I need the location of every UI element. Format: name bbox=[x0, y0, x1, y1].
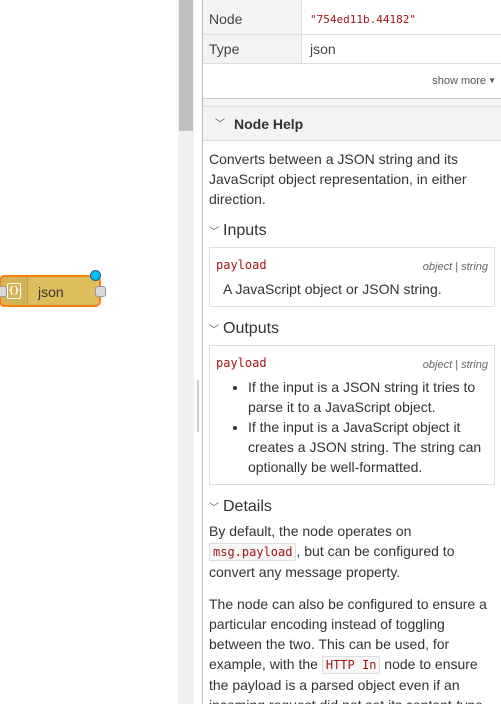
node-id-value[interactable]: "754ed11b.44182" bbox=[310, 0, 416, 34]
details-section-header[interactable]: ﹀ Details bbox=[209, 497, 495, 517]
inputs-section-header[interactable]: ﹀ Inputs bbox=[209, 221, 495, 241]
show-more-label[interactable]: show more bbox=[432, 75, 486, 87]
chevron-down-icon[interactable]: ﹀ bbox=[209, 223, 219, 243]
http-in-code: HTTP In bbox=[321, 656, 381, 674]
info-key: Node bbox=[203, 0, 302, 34]
info-sidebar: Node "754ed11b.44182" Type json show mor… bbox=[203, 0, 501, 704]
output-port[interactable] bbox=[95, 286, 106, 297]
info-key: Type bbox=[203, 35, 302, 63]
braces-icon: {} bbox=[7, 283, 21, 299]
details-title: Details bbox=[223, 498, 272, 515]
output-property-box: payload object | string If the input is … bbox=[209, 345, 495, 485]
sidebar-splitter[interactable] bbox=[194, 0, 203, 704]
input-port[interactable] bbox=[0, 286, 7, 297]
node-label: json bbox=[38, 284, 64, 300]
details-paragraph-1: By default, the node operates on msg.pay… bbox=[209, 521, 495, 582]
info-row-node: Node "754ed11b.44182" bbox=[203, 0, 501, 35]
text: By default, the node operates on bbox=[209, 523, 412, 539]
chevron-down-icon[interactable]: ﹀ bbox=[209, 321, 219, 341]
input-property-box: payload object | string A JavaScript obj… bbox=[209, 247, 495, 307]
details-paragraph-2: The node can also be configured to ensur… bbox=[209, 594, 495, 704]
node-help-title: Node Help bbox=[234, 116, 304, 132]
splitter-grip[interactable] bbox=[197, 380, 199, 432]
input-property-type: object | string bbox=[422, 261, 488, 273]
canvas-vertical-scrollbar[interactable] bbox=[178, 0, 194, 704]
node-changed-indicator bbox=[90, 270, 101, 281]
info-row-type: Type json bbox=[203, 35, 501, 64]
inputs-title: Inputs bbox=[223, 222, 267, 239]
list-item: If the input is a JSON string it tries t… bbox=[248, 377, 488, 417]
node-help-header[interactable]: ﹀ Node Help bbox=[203, 107, 501, 141]
help-intro: Converts between a JSON string and its J… bbox=[209, 151, 467, 207]
node-help-content: Converts between a JSON string and its J… bbox=[203, 149, 501, 704]
section-divider bbox=[203, 99, 501, 107]
msg-payload-code: msg.payload bbox=[209, 543, 297, 561]
input-property-desc: A JavaScript object or JSON string. bbox=[223, 281, 442, 297]
chevron-down-icon[interactable]: ﹀ bbox=[209, 499, 219, 519]
list-item: If the input is a JavaScript object it c… bbox=[248, 417, 488, 477]
output-desc-list: If the input is a JSON string it tries t… bbox=[216, 377, 488, 477]
scrollbar-thumb[interactable] bbox=[179, 0, 193, 131]
show-more-toggle[interactable]: show more ▼ bbox=[203, 64, 501, 99]
chevron-down-icon[interactable]: ﹀ bbox=[215, 115, 225, 130]
node-type-value: json bbox=[310, 41, 336, 57]
output-property-name: payload bbox=[216, 356, 267, 370]
outputs-section-header[interactable]: ﹀ Outputs bbox=[209, 319, 495, 339]
json-node[interactable]: {} json bbox=[0, 270, 106, 306]
input-property-name: payload bbox=[216, 258, 267, 272]
output-property-type: object | string bbox=[422, 359, 488, 371]
workspace-canvas[interactable]: {} json bbox=[0, 0, 178, 704]
caret-down-icon[interactable]: ▼ bbox=[488, 76, 496, 85]
outputs-title: Outputs bbox=[223, 320, 280, 337]
